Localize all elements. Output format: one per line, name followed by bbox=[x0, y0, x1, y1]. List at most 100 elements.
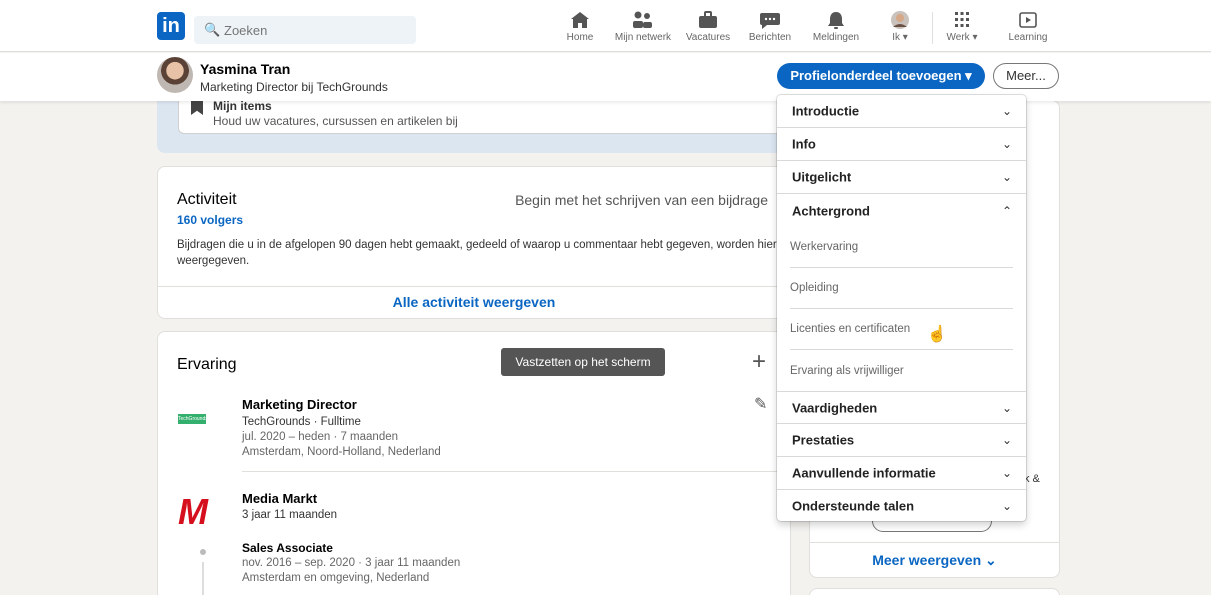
mediamarkt-logo[interactable]: M bbox=[178, 494, 208, 530]
experience-title: Ervaring bbox=[177, 356, 237, 373]
item-label: Werkervaring bbox=[790, 241, 859, 253]
profile-sticky-header: Yasmina Tran Marketing Director bij Tech… bbox=[0, 53, 1211, 101]
dropdown-section-languages[interactable]: Ondersteunde talen ⌄ bbox=[777, 490, 1026, 521]
followers-link[interactable]: 160 volgers bbox=[177, 213, 243, 227]
avatar-icon bbox=[888, 10, 912, 30]
nav-me[interactable]: Ik ▾ bbox=[885, 10, 915, 46]
nav-jobs[interactable]: Vacatures bbox=[683, 10, 733, 46]
section-label: Vaardigheden bbox=[792, 400, 878, 415]
chevron-down-icon: ⌄ bbox=[1001, 466, 1012, 480]
hand-cursor-icon: ☝ bbox=[927, 326, 947, 343]
start-post-link[interactable]: Begin met het schrijven van een bijdrage bbox=[515, 192, 768, 208]
home-icon bbox=[568, 10, 592, 30]
chevron-down-icon: ⌄ bbox=[985, 552, 997, 568]
activity-description: Bijdragen die u in de afgelopen 90 dagen… bbox=[177, 239, 777, 267]
show-more-link[interactable]: Meer weergeven ⌄ bbox=[810, 552, 1059, 569]
section-label: Achtergrond bbox=[792, 203, 870, 218]
company-name: Media Markt bbox=[242, 491, 318, 506]
role-title: Sales Associate bbox=[242, 541, 333, 555]
grid-icon bbox=[950, 10, 974, 30]
job-period: jul. 2020 – heden · 7 maanden bbox=[242, 431, 399, 443]
dropdown-section-accomplishments[interactable]: Prestaties ⌄ bbox=[777, 424, 1026, 457]
dropdown-section-background[interactable]: Achtergrond ⌃ bbox=[777, 194, 1026, 227]
chevron-down-icon: ⌄ bbox=[1001, 104, 1012, 118]
section-label: Info bbox=[792, 136, 816, 152]
nav-work[interactable]: Werk ▾ bbox=[942, 10, 982, 46]
search-input[interactable] bbox=[224, 20, 404, 40]
sidebar-snippet: k & bbox=[1024, 473, 1040, 485]
item-label: Licenties en certificaten bbox=[790, 323, 911, 335]
nav-home[interactable]: Home bbox=[565, 10, 595, 46]
my-items-title: Mijn items bbox=[213, 99, 272, 113]
nav-label: Meldingen bbox=[812, 32, 860, 43]
search-icon: 🔍 bbox=[204, 22, 221, 37]
chevron-down-icon: ⌄ bbox=[1001, 433, 1012, 447]
my-items[interactable]: Mijn items Houd uw vacatures, cursussen … bbox=[178, 96, 784, 134]
chevron-down-icon: ⌄ bbox=[1001, 137, 1012, 151]
divider bbox=[810, 542, 1059, 543]
search-box[interactable]: 🔍 bbox=[194, 16, 416, 44]
item-label: Ervaring als vrijwilliger bbox=[790, 364, 904, 377]
techgrounds-logo[interactable]: TechGrounds bbox=[178, 414, 208, 424]
section-label: Prestaties bbox=[792, 432, 855, 448]
nav-learning[interactable]: Learning bbox=[1006, 10, 1050, 46]
my-items-desc: Houd uw vacatures, cursussen en artikele… bbox=[213, 114, 458, 128]
more-button[interactable]: Meer... bbox=[993, 63, 1059, 89]
dropdown-section-skills[interactable]: Vaardigheden ⌄ bbox=[777, 391, 1026, 424]
role-location: Amsterdam en omgeving, Nederland bbox=[242, 572, 430, 584]
dropdown-item-education[interactable]: Opleiding bbox=[790, 268, 1013, 309]
profile-name: Yasmina Tran bbox=[200, 61, 291, 77]
top-nav: in 🔍 Home Mijn netwerk Vacatures Bericht… bbox=[0, 0, 1211, 52]
nav-notifications[interactable]: Meldingen bbox=[810, 10, 862, 46]
activity-title: Activiteit bbox=[177, 191, 237, 208]
timeline-dot bbox=[200, 549, 206, 555]
section-label: Aanvullende informatie bbox=[792, 465, 936, 481]
network-icon bbox=[631, 10, 655, 30]
bell-icon bbox=[824, 10, 848, 30]
experience-card: Ervaring + ✎ TechGrounds Marketing Direc… bbox=[157, 331, 791, 595]
chevron-up-icon: ⌃ bbox=[1001, 203, 1012, 218]
nav-label: Vacatures bbox=[685, 32, 731, 43]
dropdown-section-info[interactable]: Info ⌄ bbox=[777, 128, 1026, 161]
role-period: nov. 2016 – sep. 2020 · 3 jaar 11 maande… bbox=[242, 557, 461, 569]
activity-card: Activiteit Begin met het schrijven van e… bbox=[157, 166, 791, 319]
section-label: Introductie bbox=[792, 103, 860, 119]
linkedin-logo-icon[interactable]: in bbox=[157, 12, 185, 40]
nav-divider bbox=[932, 12, 933, 44]
divider bbox=[242, 471, 782, 472]
chevron-down-icon: ⌄ bbox=[1001, 170, 1012, 184]
learning-icon bbox=[1016, 10, 1040, 30]
nav-label: Werk ▾ bbox=[946, 32, 978, 43]
dropdown-section-intro[interactable]: Introductie ⌄ bbox=[777, 95, 1026, 128]
dropdown-item-volunteer[interactable]: Ervaring als vrijwilliger bbox=[790, 350, 1013, 391]
avatar[interactable] bbox=[157, 57, 193, 93]
dropdown-item-work-experience[interactable]: Werkervaring bbox=[790, 227, 1013, 268]
dropdown-item-licenses[interactable]: Licenties en certificaten bbox=[790, 309, 1013, 350]
item-label: Opleiding bbox=[790, 282, 839, 294]
add-profile-section-button[interactable]: Profielonderdeel toevoegen ▾ bbox=[777, 63, 985, 89]
job-company: TechGrounds · Fulltime bbox=[242, 416, 361, 428]
pin-tooltip: Vastzetten op het scherm bbox=[501, 348, 665, 376]
company-duration: 3 jaar 11 maanden bbox=[242, 509, 338, 521]
section-label: Uitgelicht bbox=[792, 169, 852, 185]
add-section-dropdown: Introductie ⌄ Info ⌄ Uitgelicht ⌄ Achter… bbox=[777, 95, 1026, 521]
chevron-down-icon: ⌄ bbox=[1001, 498, 1012, 513]
add-icon[interactable]: + bbox=[752, 350, 766, 374]
caret-down-icon: ▾ bbox=[965, 68, 972, 83]
timeline-line bbox=[202, 562, 204, 595]
show-all-activity-link[interactable]: Alle activiteit weergeven bbox=[158, 294, 790, 310]
job-title: Marketing Director bbox=[242, 397, 357, 412]
chevron-down-icon: ⌄ bbox=[1001, 400, 1012, 415]
job-location: Amsterdam, Noord-Holland, Nederland bbox=[242, 446, 441, 458]
dropdown-section-featured[interactable]: Uitgelicht ⌄ bbox=[777, 161, 1026, 194]
pencil-icon[interactable]: ✎ bbox=[754, 394, 767, 414]
right-sidebar-card-2 bbox=[809, 588, 1060, 595]
nav-network[interactable]: Mijn netwerk bbox=[612, 10, 674, 46]
briefcase-icon bbox=[696, 10, 720, 30]
bookmark-icon bbox=[191, 101, 203, 115]
dropdown-section-additional[interactable]: Aanvullende informatie ⌄ bbox=[777, 457, 1026, 490]
nav-messages[interactable]: Berichten bbox=[745, 10, 795, 46]
nav-label: Home bbox=[566, 32, 594, 43]
divider bbox=[158, 286, 790, 287]
profile-headline: Marketing Director bij TechGrounds bbox=[200, 80, 388, 94]
